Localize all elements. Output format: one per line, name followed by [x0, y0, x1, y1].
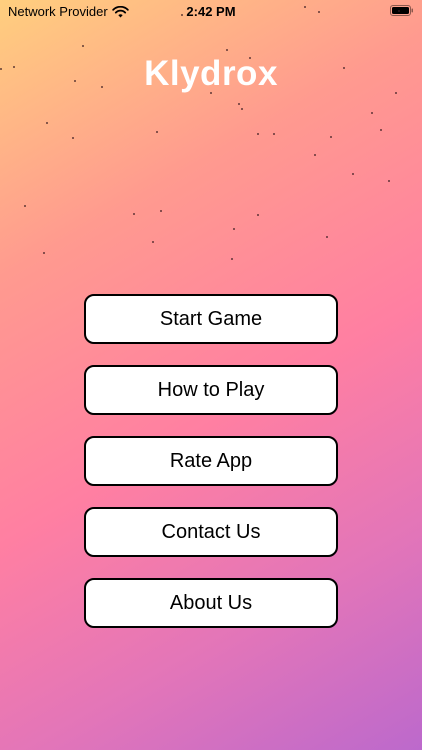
particle-dot [326, 236, 328, 238]
particle-dot [388, 180, 390, 182]
particle-dot [371, 112, 373, 114]
particle-dot [257, 133, 259, 135]
particle-dot [398, 10, 400, 12]
battery-icon [390, 5, 414, 16]
rate-app-button[interactable]: Rate App [84, 436, 338, 486]
particle-dot [241, 108, 243, 110]
main-menu: Start Game How to Play Rate App Contact … [84, 294, 338, 649]
particle-dot [238, 103, 240, 105]
particle-dot [160, 210, 162, 212]
particle-dot [233, 228, 235, 230]
particle-dot [181, 14, 183, 16]
contact-us-button[interactable]: Contact Us [84, 507, 338, 557]
app-title: Klydrox [144, 54, 278, 93]
status-bar: Network Provider 2:42 PM [0, 0, 422, 22]
particle-dot [24, 205, 26, 207]
status-time: 2:42 PM [186, 4, 236, 19]
particle-dot [257, 214, 259, 216]
particle-dot [314, 154, 316, 156]
particle-dot [82, 45, 84, 47]
particle-dot [133, 213, 135, 215]
about-us-button[interactable]: About Us [84, 578, 338, 628]
particle-dot [46, 122, 48, 124]
particle-dot [304, 6, 306, 8]
start-game-button[interactable]: Start Game [84, 294, 338, 344]
particle-dot [352, 173, 354, 175]
particle-dot [226, 49, 228, 51]
how-to-play-button[interactable]: How to Play [84, 365, 338, 415]
particle-dot [152, 241, 154, 243]
particle-dot [43, 252, 45, 254]
particle-dot [273, 133, 275, 135]
particle-dot [156, 131, 158, 133]
particle-dot [231, 258, 233, 260]
particle-dot [72, 137, 74, 139]
particle-dot [330, 136, 332, 138]
particle-dot [380, 129, 382, 131]
particle-dot [318, 11, 320, 13]
